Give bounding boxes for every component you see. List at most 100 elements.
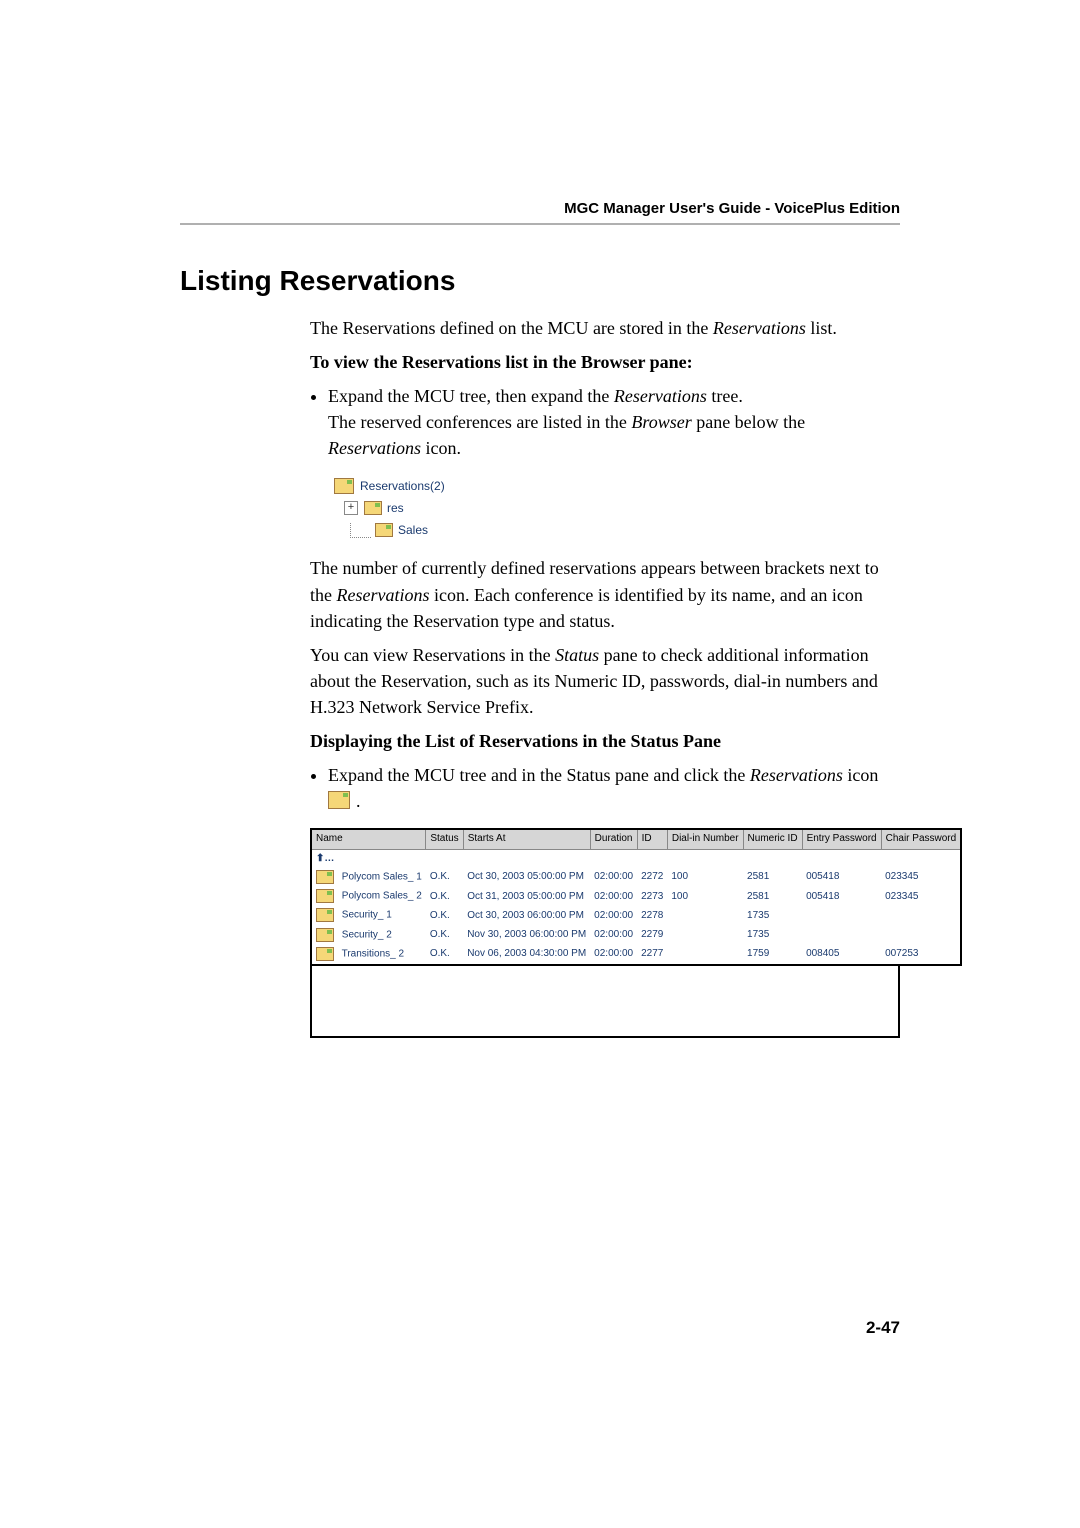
table-cell: 007253 <box>881 945 961 965</box>
p2-b: Reservations <box>337 585 430 605</box>
para-3: You can view Reservations in the Status … <box>310 642 900 720</box>
p3-b: Status <box>555 645 599 665</box>
col-numeric: Numeric ID <box>743 829 802 849</box>
table-cell: Oct 30, 2003 06:00:00 PM <box>463 906 590 925</box>
table-cell: 2277 <box>637 945 667 965</box>
tree-connector-icon <box>350 523 371 538</box>
conference-icon <box>375 523 393 537</box>
table-cell: O.K. <box>426 926 463 945</box>
view-heading: To view the Reservations list in the Bro… <box>310 349 900 375</box>
table-cell: 02:00:00 <box>590 926 637 945</box>
table-cell <box>802 926 881 945</box>
header-divider <box>180 223 900 225</box>
table-cell: Oct 30, 2003 05:00:00 PM <box>463 868 590 887</box>
table-row: Transitions_ 2O.K.Nov 06, 2003 04:30:00 … <box>311 945 961 965</box>
tree-root-row: Reservations(2) <box>334 475 494 497</box>
reservations-icon <box>334 478 354 494</box>
table-row: Security_ 2O.K.Nov 30, 2003 06:00:00 PM0… <box>311 926 961 945</box>
status-table-screenshot: Name Status Starts At Duration ID Dial-i… <box>310 828 900 1038</box>
col-chair: Chair Password <box>881 829 961 849</box>
b1-l2a: The reserved conferences are listed in t… <box>328 412 631 432</box>
table-cell <box>881 926 961 945</box>
table-cell: 2279 <box>637 926 667 945</box>
b1-l2d: Reservations <box>328 438 421 458</box>
table-header-row: Name Status Starts At Duration ID Dial-i… <box>311 829 961 849</box>
col-duration: Duration <box>590 829 637 849</box>
tree-child1-row: + res <box>334 497 494 519</box>
intro-post: list. <box>806 318 837 338</box>
table-ellipsis-row: ⬆… <box>311 849 961 868</box>
b1-b: Reservations <box>614 386 707 406</box>
table-cell: 023345 <box>881 887 961 906</box>
table-cell: 02:00:00 <box>590 868 637 887</box>
table-cell: 2581 <box>743 887 802 906</box>
table-cell: 1759 <box>743 945 802 965</box>
table-cell <box>667 945 743 965</box>
table-cell: 1735 <box>743 926 802 945</box>
table-cell: 2273 <box>637 887 667 906</box>
table-cell: O.K. <box>426 887 463 906</box>
table-cell <box>802 906 881 925</box>
conference-icon <box>316 870 334 884</box>
table-cell: 023345 <box>881 868 961 887</box>
body-content: The Reservations defined on the MCU are … <box>310 315 900 1038</box>
b1-c: tree. <box>707 386 743 406</box>
tree-child2-row: Sales <box>334 519 494 541</box>
table-cell <box>667 906 743 925</box>
table-cell: Polycom Sales_ 1 <box>311 868 426 887</box>
status-table: Name Status Starts At Duration ID Dial-i… <box>310 828 962 966</box>
b2-d: . <box>356 791 361 811</box>
table-cell: Nov 06, 2003 04:30:00 PM <box>463 945 590 965</box>
tree-child1-label: res <box>387 500 404 517</box>
table-cell: 2278 <box>637 906 667 925</box>
conference-icon <box>316 908 334 922</box>
b2-c: icon <box>843 765 879 785</box>
table-cell: 005418 <box>802 887 881 906</box>
bullet-item-2: Expand the MCU tree and in the Status pa… <box>328 762 900 816</box>
table-empty-area <box>310 966 900 1038</box>
table-cell: Transitions_ 2 <box>311 945 426 965</box>
section-title: Listing Reservations <box>180 265 900 297</box>
col-dial: Dial-in Number <box>667 829 743 849</box>
table-cell: Oct 31, 2003 05:00:00 PM <box>463 887 590 906</box>
para-2: The number of currently defined reservat… <box>310 555 900 633</box>
b1-l2e: icon. <box>421 438 461 458</box>
table-row: Polycom Sales_ 1O.K.Oct 30, 2003 05:00:0… <box>311 868 961 887</box>
table-cell: Security_ 1 <box>311 906 426 925</box>
b1-l2c: pane below the <box>692 412 805 432</box>
col-status: Status <box>426 829 463 849</box>
conference-icon <box>316 947 334 961</box>
b2-a: Expand the MCU tree and in the Status pa… <box>328 765 750 785</box>
tree-expand-icon: + <box>344 501 358 515</box>
intro-paragraph: The Reservations defined on the MCU are … <box>310 315 900 341</box>
conference-icon <box>316 889 334 903</box>
bullet-item-1: Expand the MCU tree, then expand the Res… <box>328 383 900 461</box>
table-cell: 008405 <box>802 945 881 965</box>
table-cell: 100 <box>667 868 743 887</box>
table-cell: Security_ 2 <box>311 926 426 945</box>
table-cell: 02:00:00 <box>590 887 637 906</box>
intro-pre: The Reservations defined on the MCU are … <box>310 318 713 338</box>
intro-italic: Reservations <box>713 318 806 338</box>
table-cell: 005418 <box>802 868 881 887</box>
table-cell: Polycom Sales_ 2 <box>311 887 426 906</box>
col-id: ID <box>637 829 667 849</box>
table-cell: O.K. <box>426 945 463 965</box>
p3-a: You can view Reservations in the <box>310 645 555 665</box>
col-entry: Entry Password <box>802 829 881 849</box>
col-name: Name <box>311 829 426 849</box>
b1-a: Expand the MCU tree, then expand the <box>328 386 614 406</box>
bullet-list-2: Expand the MCU tree and in the Status pa… <box>328 762 900 816</box>
table-cell: 02:00:00 <box>590 945 637 965</box>
document-page: MGC Manager User's Guide - VoicePlus Edi… <box>0 0 1080 1398</box>
table-cell: Nov 30, 2003 06:00:00 PM <box>463 926 590 945</box>
table-cell: 02:00:00 <box>590 906 637 925</box>
table-row: Polycom Sales_ 2O.K.Oct 31, 2003 05:00:0… <box>311 887 961 906</box>
display-heading: Displaying the List of Reservations in t… <box>310 728 900 754</box>
table-cell: O.K. <box>426 868 463 887</box>
bullet-list-1: Expand the MCU tree, then expand the Res… <box>328 383 900 461</box>
header-guide-title: MGC Manager User's Guide - VoicePlus Edi… <box>180 200 900 217</box>
tree-child2-label: Sales <box>398 522 428 539</box>
table-cell: 2272 <box>637 868 667 887</box>
tree-root-label: Reservations(2) <box>360 478 445 495</box>
